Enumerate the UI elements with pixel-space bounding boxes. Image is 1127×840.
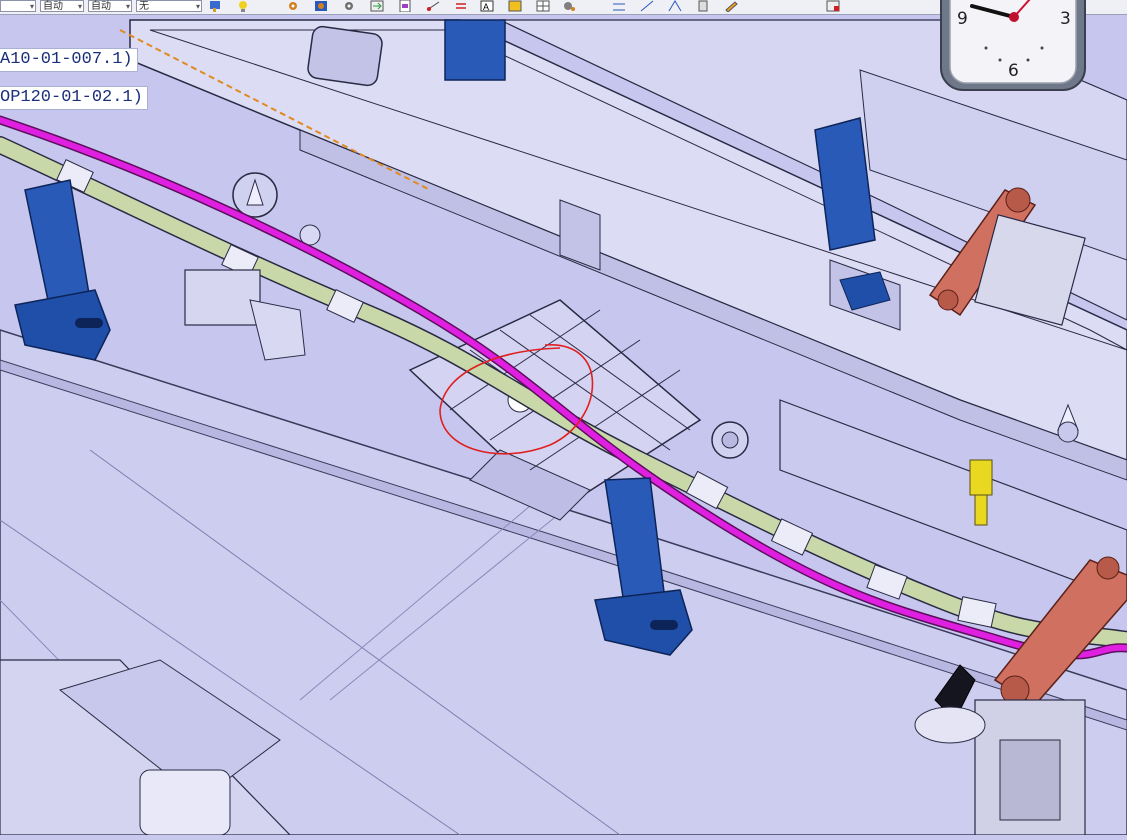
constraint-icon[interactable] [668,0,682,12]
linetype-combo[interactable]: 自动 ▾ [40,0,84,12]
part-name-label-1[interactable]: A10-01-007.1) [0,48,138,72]
svg-text:A: A [483,2,489,12]
clock-number-6: 6 [1008,61,1019,81]
grid-icon[interactable] [536,0,550,12]
sketch-icon[interactable] [640,0,654,12]
cad-3d-viewport[interactable] [0,0,1127,836]
clipboard-icon[interactable] [696,0,710,12]
linetype-combo-value: 自动 [43,1,63,12]
chevron-down-icon: ▾ [195,2,200,11]
options-gear-icon[interactable] [342,0,356,12]
layer-combo-value: 无 [139,1,149,12]
edit-pencil-icon[interactable] [724,0,738,12]
measure-icon[interactable] [426,0,440,12]
chevron-down-icon: ▾ [29,2,34,11]
lineweight-combo-value: 自动 [91,1,111,12]
chevron-down-icon: ▾ [77,2,82,11]
gear-icon[interactable] [286,0,300,12]
report-icon[interactable] [826,0,840,12]
clock-number-9: 9 [957,9,968,29]
link-arrows-icon[interactable] [454,0,468,12]
table-icon[interactable] [508,0,522,12]
clock-number-3: 3 [1060,9,1071,29]
chevron-down-icon: ▾ [125,2,130,11]
export-arrow-icon[interactable] [370,0,384,12]
document-icon[interactable] [398,0,412,12]
text-annotation-icon[interactable]: A [480,0,494,12]
render-options-icon[interactable] [562,0,576,12]
format-painter-icon[interactable] [208,0,222,12]
assembly-model-view[interactable] [0,0,1127,836]
layer-combo[interactable]: 无 ▾ [136,0,202,12]
dimension-icon[interactable] [612,0,626,12]
combo-box-1[interactable]: ▾ [0,0,36,12]
light-bulb-icon[interactable] [236,0,250,12]
settings-gear-icon[interactable] [314,0,328,12]
clock-widget: 9 3 6 [940,0,1086,91]
part-name-label-2[interactable]: OP120-01-02.1) [0,86,148,110]
lineweight-combo[interactable]: 自动 ▾ [88,0,132,12]
